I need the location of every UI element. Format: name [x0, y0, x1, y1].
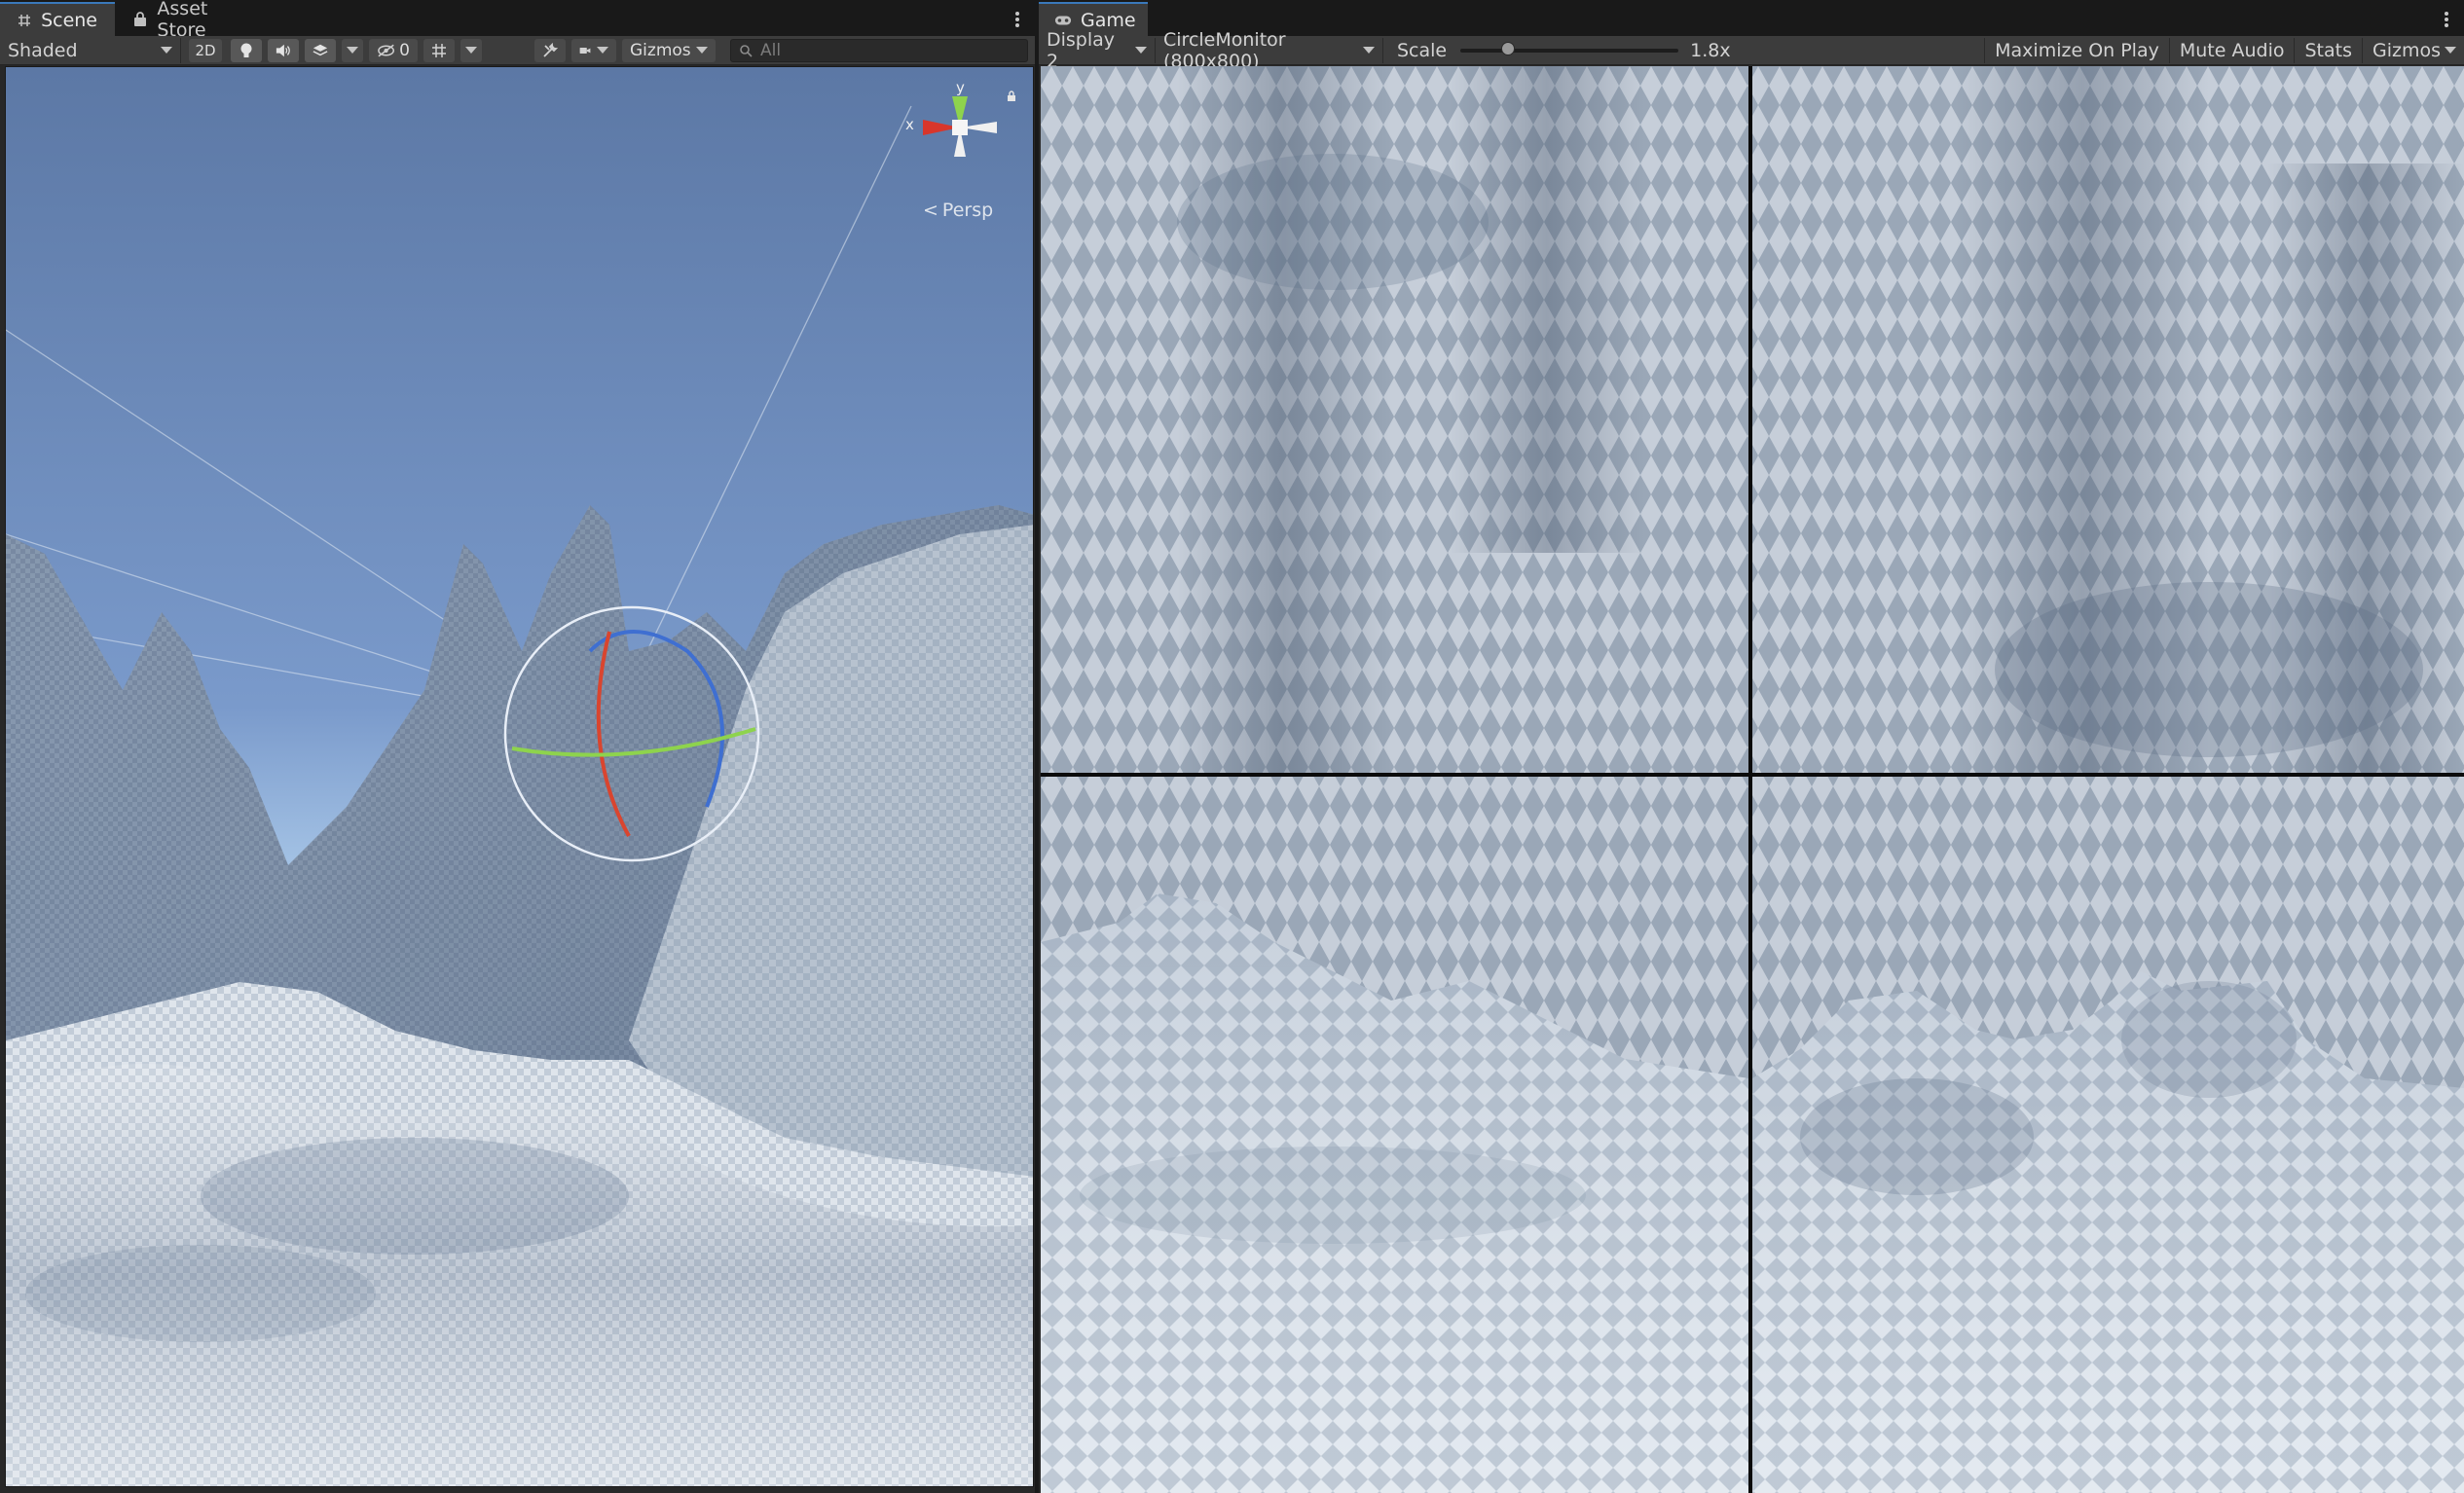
- chevron-down-icon: [696, 47, 708, 54]
- tab-scene[interactable]: Scene: [0, 2, 115, 36]
- resolution-dropdown[interactable]: CircleMonitor (800x800): [1156, 29, 1383, 72]
- audio-toggle[interactable]: [268, 38, 299, 62]
- projection-label: Persp: [941, 200, 994, 221]
- grid-snapping-toggle[interactable]: [423, 38, 455, 62]
- monitor-bottom-right: [1752, 777, 2464, 1493]
- display-value: Display 2: [1047, 28, 1116, 72]
- monitor-top-right: [1752, 66, 2464, 773]
- hidden-count: 0: [399, 40, 410, 60]
- monitor-top-left: [1041, 66, 1748, 773]
- tab-scene-label: Scene: [41, 9, 97, 31]
- layers-icon: [313, 44, 328, 55]
- gizmos-label: Gizmos: [630, 40, 691, 60]
- wrench-icon: [543, 42, 558, 57]
- stats-toggle[interactable]: Stats: [2295, 37, 2363, 63]
- scene-panel: Scene Asset Store Shaded 2D 0 Gizmos All…: [0, 0, 1037, 1493]
- speaker-icon: [276, 44, 290, 56]
- search-placeholder: All: [760, 40, 782, 60]
- scene-search-input[interactable]: All: [730, 38, 1028, 62]
- gamepad-icon: [1054, 12, 1072, 29]
- scene-toolbar: Shaded 2D 0 Gizmos All: [0, 36, 1035, 65]
- bag-icon: [132, 11, 148, 28]
- tools-button[interactable]: [534, 38, 566, 62]
- chevron-left-icon: <: [923, 200, 938, 221]
- display-dropdown[interactable]: Display 2: [1039, 29, 1156, 72]
- scale-value: 1.8x: [1690, 39, 1731, 61]
- scene-viewport[interactable]: y x < Persp: [5, 66, 1034, 1487]
- axis-y-label: y: [956, 79, 965, 96]
- mute-audio-toggle[interactable]: Mute Audio: [2170, 37, 2296, 63]
- scale-control: Scale 1.8x: [1383, 38, 1739, 63]
- lock-icon[interactable]: [1007, 91, 1016, 105]
- game-gizmos-dropdown[interactable]: Gizmos: [2363, 38, 2464, 63]
- game-gizmos-label: Gizmos: [2372, 39, 2442, 61]
- orientation-gizmo[interactable]: y x: [901, 77, 1018, 184]
- effects-dropdown[interactable]: [342, 38, 363, 62]
- lightbulb-icon: [240, 43, 252, 57]
- draw-mode-dropdown[interactable]: Shaded: [0, 37, 181, 63]
- grid-icon: [16, 12, 32, 29]
- projection-toggle[interactable]: < Persp: [923, 200, 993, 221]
- axis-x-label: x: [905, 116, 914, 133]
- scale-slider-thumb[interactable]: [1501, 41, 1516, 55]
- chevron-down-icon: [161, 47, 172, 54]
- maximize-on-play-toggle[interactable]: Maximize On Play: [1984, 37, 2170, 63]
- lighting-toggle[interactable]: [231, 38, 262, 62]
- chevron-down-icon: [2445, 47, 2457, 54]
- hidden-objects-toggle[interactable]: 0: [369, 38, 418, 62]
- search-icon: [740, 44, 753, 57]
- game-menu-icon[interactable]: [2443, 10, 2450, 29]
- chevron-down-icon: [597, 47, 608, 54]
- camera-icon: [579, 47, 591, 54]
- monitor-bottom-left: [1041, 777, 1748, 1493]
- scale-slider[interactable]: [1460, 41, 1679, 55]
- gizmos-dropdown[interactable]: Gizmos: [622, 38, 716, 62]
- grid-dropdown[interactable]: [460, 38, 482, 62]
- tab-asset-store[interactable]: Asset Store: [115, 0, 271, 41]
- chevron-down-icon: [347, 47, 358, 54]
- game-view[interactable]: [1041, 66, 2464, 1493]
- effects-toggle[interactable]: [305, 38, 336, 62]
- chevron-down-icon: [1363, 47, 1375, 54]
- chevron-down-icon: [1135, 47, 1147, 54]
- game-render: [1041, 66, 2464, 1493]
- toggle-2d-button[interactable]: 2D: [189, 38, 222, 62]
- draw-mode-value: Shaded: [8, 39, 78, 61]
- scale-label: Scale: [1397, 39, 1448, 61]
- game-toolbar: Display 2 CircleMonitor (800x800) Scale …: [1039, 29, 2464, 72]
- scene-menu-icon[interactable]: [1013, 10, 1021, 29]
- tab-asset-store-label: Asset Store: [157, 0, 208, 41]
- scene-render: [6, 67, 1033, 1486]
- scene-tabbar: Scene Asset Store: [0, 0, 1035, 41]
- tab-game-label: Game: [1081, 9, 1136, 31]
- camera-settings-button[interactable]: [571, 38, 616, 62]
- eye-slash-icon: [378, 44, 395, 56]
- grid-snap-icon: [432, 43, 446, 57]
- resolution-value: CircleMonitor (800x800): [1163, 28, 1286, 72]
- chevron-down-icon: [465, 47, 477, 54]
